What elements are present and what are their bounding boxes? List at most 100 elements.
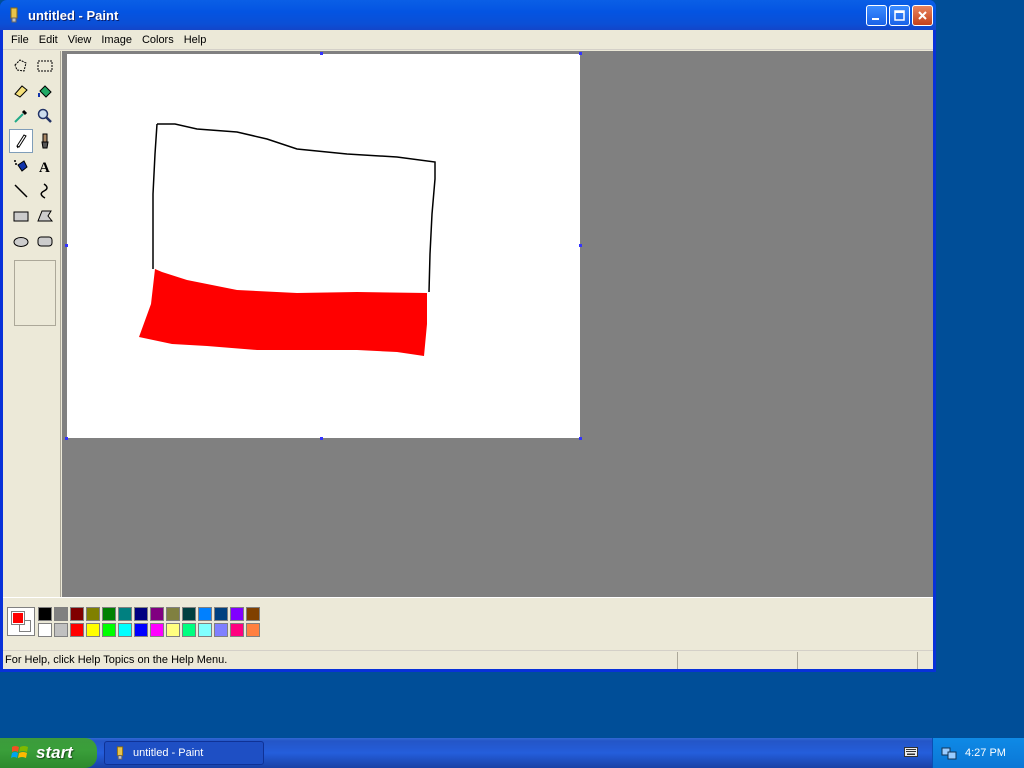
select-tool[interactable] (33, 54, 57, 78)
keyboard-icon[interactable] (904, 747, 918, 757)
palette-swatch[interactable] (182, 607, 196, 621)
airbrush-icon (14, 160, 28, 172)
current-colors[interactable] (7, 607, 35, 636)
palette-swatch[interactable] (214, 607, 228, 621)
menu-view[interactable]: View (63, 34, 97, 46)
palette-swatch[interactable] (182, 623, 196, 637)
palette-swatch[interactable] (198, 623, 212, 637)
text-tool[interactable]: A (33, 154, 57, 178)
maximize-icon (894, 10, 905, 21)
palette-swatch[interactable] (150, 607, 164, 621)
palette-swatch[interactable] (70, 607, 84, 621)
color-palette (3, 597, 933, 644)
palette-swatch[interactable] (70, 623, 84, 637)
foreground-color-swatch[interactable] (11, 611, 25, 625)
resize-handle-left[interactable] (65, 244, 68, 247)
rounded-rectangle-icon (37, 236, 53, 247)
brush-tool[interactable] (33, 129, 57, 153)
tool-options-box[interactable] (14, 260, 56, 326)
palette-swatch[interactable] (54, 623, 68, 637)
menu-file[interactable]: File (6, 34, 34, 46)
palette-swatch[interactable] (166, 607, 180, 621)
ellipse-tool[interactable] (9, 229, 33, 253)
drawing-canvas[interactable] (67, 54, 580, 438)
polygon-tool[interactable] (33, 204, 57, 228)
brush-icon (41, 133, 49, 149)
polygon-icon (37, 210, 54, 222)
palette-swatch[interactable] (38, 607, 52, 621)
palette-swatch[interactable] (246, 607, 260, 621)
start-button[interactable]: start (0, 738, 97, 768)
status-bar: For Help, click Help Topics on the Help … (3, 650, 933, 669)
palette-swatch[interactable] (38, 623, 52, 637)
drawing-content (139, 123, 436, 356)
select-icon (37, 60, 53, 72)
title-bar[interactable]: untitled - Paint (0, 0, 936, 30)
paint-window: untitled - Paint File Edit View Image Co… (0, 0, 936, 672)
svg-text:A: A (39, 160, 50, 175)
close-icon (918, 11, 927, 20)
menu-bar: File Edit View Image Colors Help (3, 30, 933, 50)
black-outline-top (157, 123, 436, 293)
palette-swatch[interactable] (102, 607, 116, 621)
palette-swatch[interactable] (134, 607, 148, 621)
palette-swatch[interactable] (86, 623, 100, 637)
resize-handle-bottom-left[interactable] (65, 437, 68, 440)
menu-image[interactable]: Image (96, 34, 137, 46)
palette-swatch[interactable] (134, 623, 148, 637)
resize-handle-top-right[interactable] (579, 52, 582, 55)
menu-edit[interactable]: Edit (34, 34, 63, 46)
pick-color-tool[interactable] (9, 104, 33, 128)
eyedropper-icon (14, 109, 28, 123)
black-outline-left (152, 123, 158, 269)
paint-app-icon (10, 7, 18, 23)
red-filled-shape (139, 269, 427, 356)
line-tool[interactable] (9, 179, 33, 203)
resize-handle-top[interactable] (320, 52, 323, 55)
palette-swatch[interactable] (118, 607, 132, 621)
resize-grip[interactable] (917, 651, 933, 669)
client-area: File Edit View Image Colors Help A For H… (3, 30, 933, 669)
rounded-rectangle-tool[interactable] (33, 229, 57, 253)
palette-swatch[interactable] (230, 623, 244, 637)
free-form-select-tool[interactable] (9, 54, 33, 78)
palette-swatch[interactable] (230, 607, 244, 621)
eraser-icon (14, 85, 28, 98)
resize-handle-bottom[interactable] (320, 437, 323, 440)
system-tray: 4:27 PM (932, 738, 1024, 768)
magnifier-tool[interactable] (33, 104, 57, 128)
fill-tool[interactable] (33, 79, 57, 103)
resize-handle-bottom-right[interactable] (579, 437, 582, 440)
taskbar-paint-button[interactable]: untitled - Paint (104, 741, 264, 765)
palette-swatch[interactable] (118, 623, 132, 637)
palette-swatch[interactable] (214, 623, 228, 637)
airbrush-tool[interactable] (9, 154, 33, 178)
menu-colors[interactable]: Colors (137, 34, 179, 46)
rectangle-tool[interactable] (9, 204, 33, 228)
palette-swatch[interactable] (198, 607, 212, 621)
resize-handle-right[interactable] (579, 244, 582, 247)
eraser-tool[interactable] (9, 79, 33, 103)
curve-icon (40, 183, 48, 199)
palette-swatch[interactable] (166, 623, 180, 637)
pencil-tool[interactable] (9, 129, 33, 153)
close-button[interactable] (912, 5, 933, 26)
network-icon[interactable] (941, 745, 957, 761)
toolbox: A (3, 51, 61, 597)
windows-logo-icon (11, 746, 28, 758)
minimize-button[interactable] (866, 5, 887, 26)
canvas-scroll-area (62, 51, 933, 597)
palette-swatch[interactable] (102, 623, 116, 637)
start-label: start (36, 743, 73, 762)
clock[interactable]: 4:27 PM (965, 747, 1006, 759)
palette-swatch[interactable] (86, 607, 100, 621)
palette-swatch[interactable] (54, 607, 68, 621)
palette-swatch[interactable] (150, 623, 164, 637)
maximize-button[interactable] (889, 5, 910, 26)
palette-swatch[interactable] (246, 623, 260, 637)
status-pane-coords (677, 651, 797, 669)
curve-tool[interactable] (33, 179, 57, 203)
magnifier-icon (37, 108, 52, 123)
menu-help[interactable]: Help (179, 34, 212, 46)
paint-taskbar-icon (116, 746, 124, 760)
